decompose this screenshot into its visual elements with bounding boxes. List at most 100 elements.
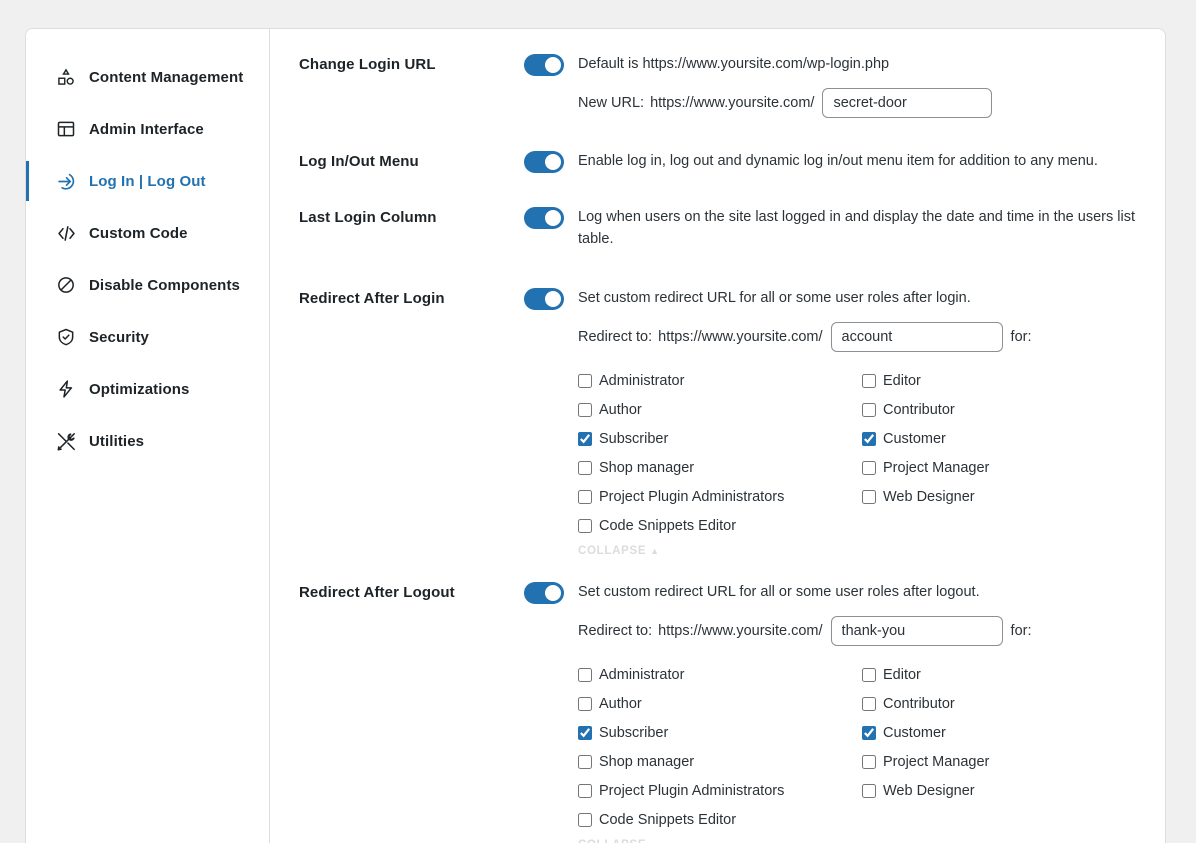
layout-icon bbox=[55, 118, 77, 140]
role-checkbox[interactable] bbox=[578, 519, 592, 533]
toggle-knob bbox=[545, 210, 561, 226]
role-label: Project Plugin Administrators bbox=[599, 783, 784, 799]
last-login-column-toggle[interactable] bbox=[524, 207, 564, 229]
sidebar-item-utilities[interactable]: Utilities bbox=[26, 415, 269, 467]
role-checkbox[interactable] bbox=[578, 432, 592, 446]
role-checkbox[interactable] bbox=[578, 461, 592, 475]
row-body: Set custom redirect URL for all or some … bbox=[524, 287, 1139, 559]
new-url-input[interactable] bbox=[822, 88, 992, 118]
role-checkbox[interactable] bbox=[578, 697, 592, 711]
redirect-login-roles-grid: Administrator Editor Author Contributor … bbox=[524, 366, 1124, 540]
sidebar-item-optimizations[interactable]: Optimizations bbox=[26, 363, 269, 415]
row-label: Change Login URL bbox=[299, 53, 524, 75]
role-label: Code Snippets Editor bbox=[599, 812, 736, 828]
role-checkbox-item[interactable]: Code Snippets Editor bbox=[578, 805, 862, 834]
spacer bbox=[270, 250, 1165, 287]
role-label: Editor bbox=[883, 373, 921, 389]
role-checkbox[interactable] bbox=[578, 490, 592, 504]
role-checkbox[interactable] bbox=[578, 784, 592, 798]
toggle-line: Enable log in, log out and dynamic log i… bbox=[524, 150, 1139, 173]
role-checkbox[interactable] bbox=[862, 784, 876, 798]
role-checkbox[interactable] bbox=[862, 374, 876, 388]
role-checkbox-item[interactable]: Web Designer bbox=[862, 776, 1124, 805]
role-checkbox[interactable] bbox=[862, 403, 876, 417]
role-checkbox-item[interactable]: Editor bbox=[862, 366, 1124, 395]
role-checkbox[interactable] bbox=[578, 374, 592, 388]
toggle-knob bbox=[545, 154, 561, 170]
new-url-prefix: https://www.yoursite.com/ bbox=[650, 95, 814, 111]
row-label: Redirect After Login bbox=[299, 287, 524, 309]
redirect-logout-collapse-link[interactable]: COLLAPSE ▲ bbox=[524, 839, 660, 843]
role-checkbox[interactable] bbox=[862, 668, 876, 682]
toggle-line: Default is https://www.yoursite.com/wp-l… bbox=[524, 53, 1139, 76]
toggle-knob bbox=[545, 291, 561, 307]
row-body: Enable log in, log out and dynamic log i… bbox=[524, 150, 1139, 173]
role-label: Administrator bbox=[599, 667, 684, 683]
role-checkbox-item[interactable]: Customer bbox=[862, 718, 1124, 747]
role-checkbox[interactable] bbox=[862, 755, 876, 769]
sidebar-item-label: Utilities bbox=[89, 433, 144, 450]
role-checkbox-item[interactable]: Administrator bbox=[578, 660, 862, 689]
role-checkbox-item[interactable]: Shop manager bbox=[578, 453, 862, 482]
toggle-line: Set custom redirect URL for all or some … bbox=[524, 287, 1139, 310]
role-checkbox[interactable] bbox=[862, 461, 876, 475]
role-checkbox-item[interactable]: Project Plugin Administrators bbox=[578, 482, 862, 511]
redirect-after-logout-toggle[interactable] bbox=[524, 582, 564, 604]
settings-content: Change Login URL Default is https://www.… bbox=[270, 29, 1165, 843]
role-label: Project Manager bbox=[883, 754, 989, 770]
role-checkbox-item[interactable]: Shop manager bbox=[578, 747, 862, 776]
role-checkbox-item[interactable]: Project Manager bbox=[862, 453, 1124, 482]
role-label: Code Snippets Editor bbox=[599, 518, 736, 534]
role-checkbox[interactable] bbox=[862, 697, 876, 711]
role-checkbox-item[interactable]: Web Designer bbox=[862, 482, 1124, 511]
role-checkbox[interactable] bbox=[578, 813, 592, 827]
no-entry-icon bbox=[55, 274, 77, 296]
setting-row-login-logout-menu: Log In/Out Menu Enable log in, log out a… bbox=[270, 150, 1165, 173]
sidebar-item-disable-components[interactable]: Disable Components bbox=[26, 259, 269, 311]
role-checkbox[interactable] bbox=[578, 403, 592, 417]
role-checkbox-item[interactable]: Project Manager bbox=[862, 747, 1124, 776]
sidebar-item-label: Security bbox=[89, 329, 149, 346]
role-checkbox-item[interactable]: Customer bbox=[862, 424, 1124, 453]
toggle-line: Log when users on the site last logged i… bbox=[524, 206, 1139, 250]
role-checkbox-item[interactable]: Administrator bbox=[578, 366, 862, 395]
sidebar-item-label: Optimizations bbox=[89, 381, 189, 398]
shield-check-icon bbox=[55, 326, 77, 348]
change-login-url-toggle[interactable] bbox=[524, 54, 564, 76]
sidebar-nav: Content Management Admin Interface bbox=[26, 29, 270, 843]
setting-description: Default is https://www.yoursite.com/wp-l… bbox=[578, 53, 889, 75]
role-label: Administrator bbox=[599, 373, 684, 389]
sidebar-item-security[interactable]: Security bbox=[26, 311, 269, 363]
role-checkbox-item[interactable]: Editor bbox=[862, 660, 1124, 689]
redirect-after-login-toggle[interactable] bbox=[524, 288, 564, 310]
role-checkbox-item[interactable]: Contributor bbox=[862, 689, 1124, 718]
sidebar-item-log-in-log-out[interactable]: Log In | Log Out bbox=[26, 155, 269, 207]
redirect-login-input[interactable] bbox=[831, 322, 1003, 352]
role-checkbox-item[interactable]: Contributor bbox=[862, 395, 1124, 424]
sidebar-item-content-management[interactable]: Content Management bbox=[26, 51, 269, 103]
redirect-login-collapse-link[interactable]: COLLAPSE ▲ bbox=[524, 545, 660, 557]
redirect-logout-input[interactable] bbox=[831, 616, 1003, 646]
redirect-logout-roles-grid: Administrator Editor Author Contributor … bbox=[524, 660, 1124, 834]
role-checkbox-item[interactable]: Code Snippets Editor bbox=[578, 511, 862, 540]
role-checkbox[interactable] bbox=[862, 490, 876, 504]
role-checkbox-item[interactable]: Author bbox=[578, 395, 862, 424]
role-checkbox-item[interactable]: Subscriber bbox=[578, 424, 862, 453]
code-brackets-icon bbox=[55, 222, 77, 244]
role-checkbox[interactable] bbox=[578, 755, 592, 769]
role-checkbox-item[interactable]: Project Plugin Administrators bbox=[578, 776, 862, 805]
role-checkbox[interactable] bbox=[862, 432, 876, 446]
page-root: Content Management Admin Interface bbox=[0, 0, 1196, 843]
login-logout-menu-toggle[interactable] bbox=[524, 151, 564, 173]
role-checkbox[interactable] bbox=[578, 726, 592, 740]
role-checkbox-item[interactable]: Subscriber bbox=[578, 718, 862, 747]
role-checkbox[interactable] bbox=[578, 668, 592, 682]
sidebar-item-admin-interface[interactable]: Admin Interface bbox=[26, 103, 269, 155]
role-label: Contributor bbox=[883, 696, 955, 712]
role-checkbox[interactable] bbox=[862, 726, 876, 740]
role-checkbox-item[interactable]: Author bbox=[578, 689, 862, 718]
sidebar-item-custom-code[interactable]: Custom Code bbox=[26, 207, 269, 259]
setting-description: Set custom redirect URL for all or some … bbox=[578, 581, 980, 603]
redirect-login-field-line: Redirect to: https://www.yoursite.com/ f… bbox=[524, 322, 1139, 352]
row-label: Log In/Out Menu bbox=[299, 150, 524, 172]
